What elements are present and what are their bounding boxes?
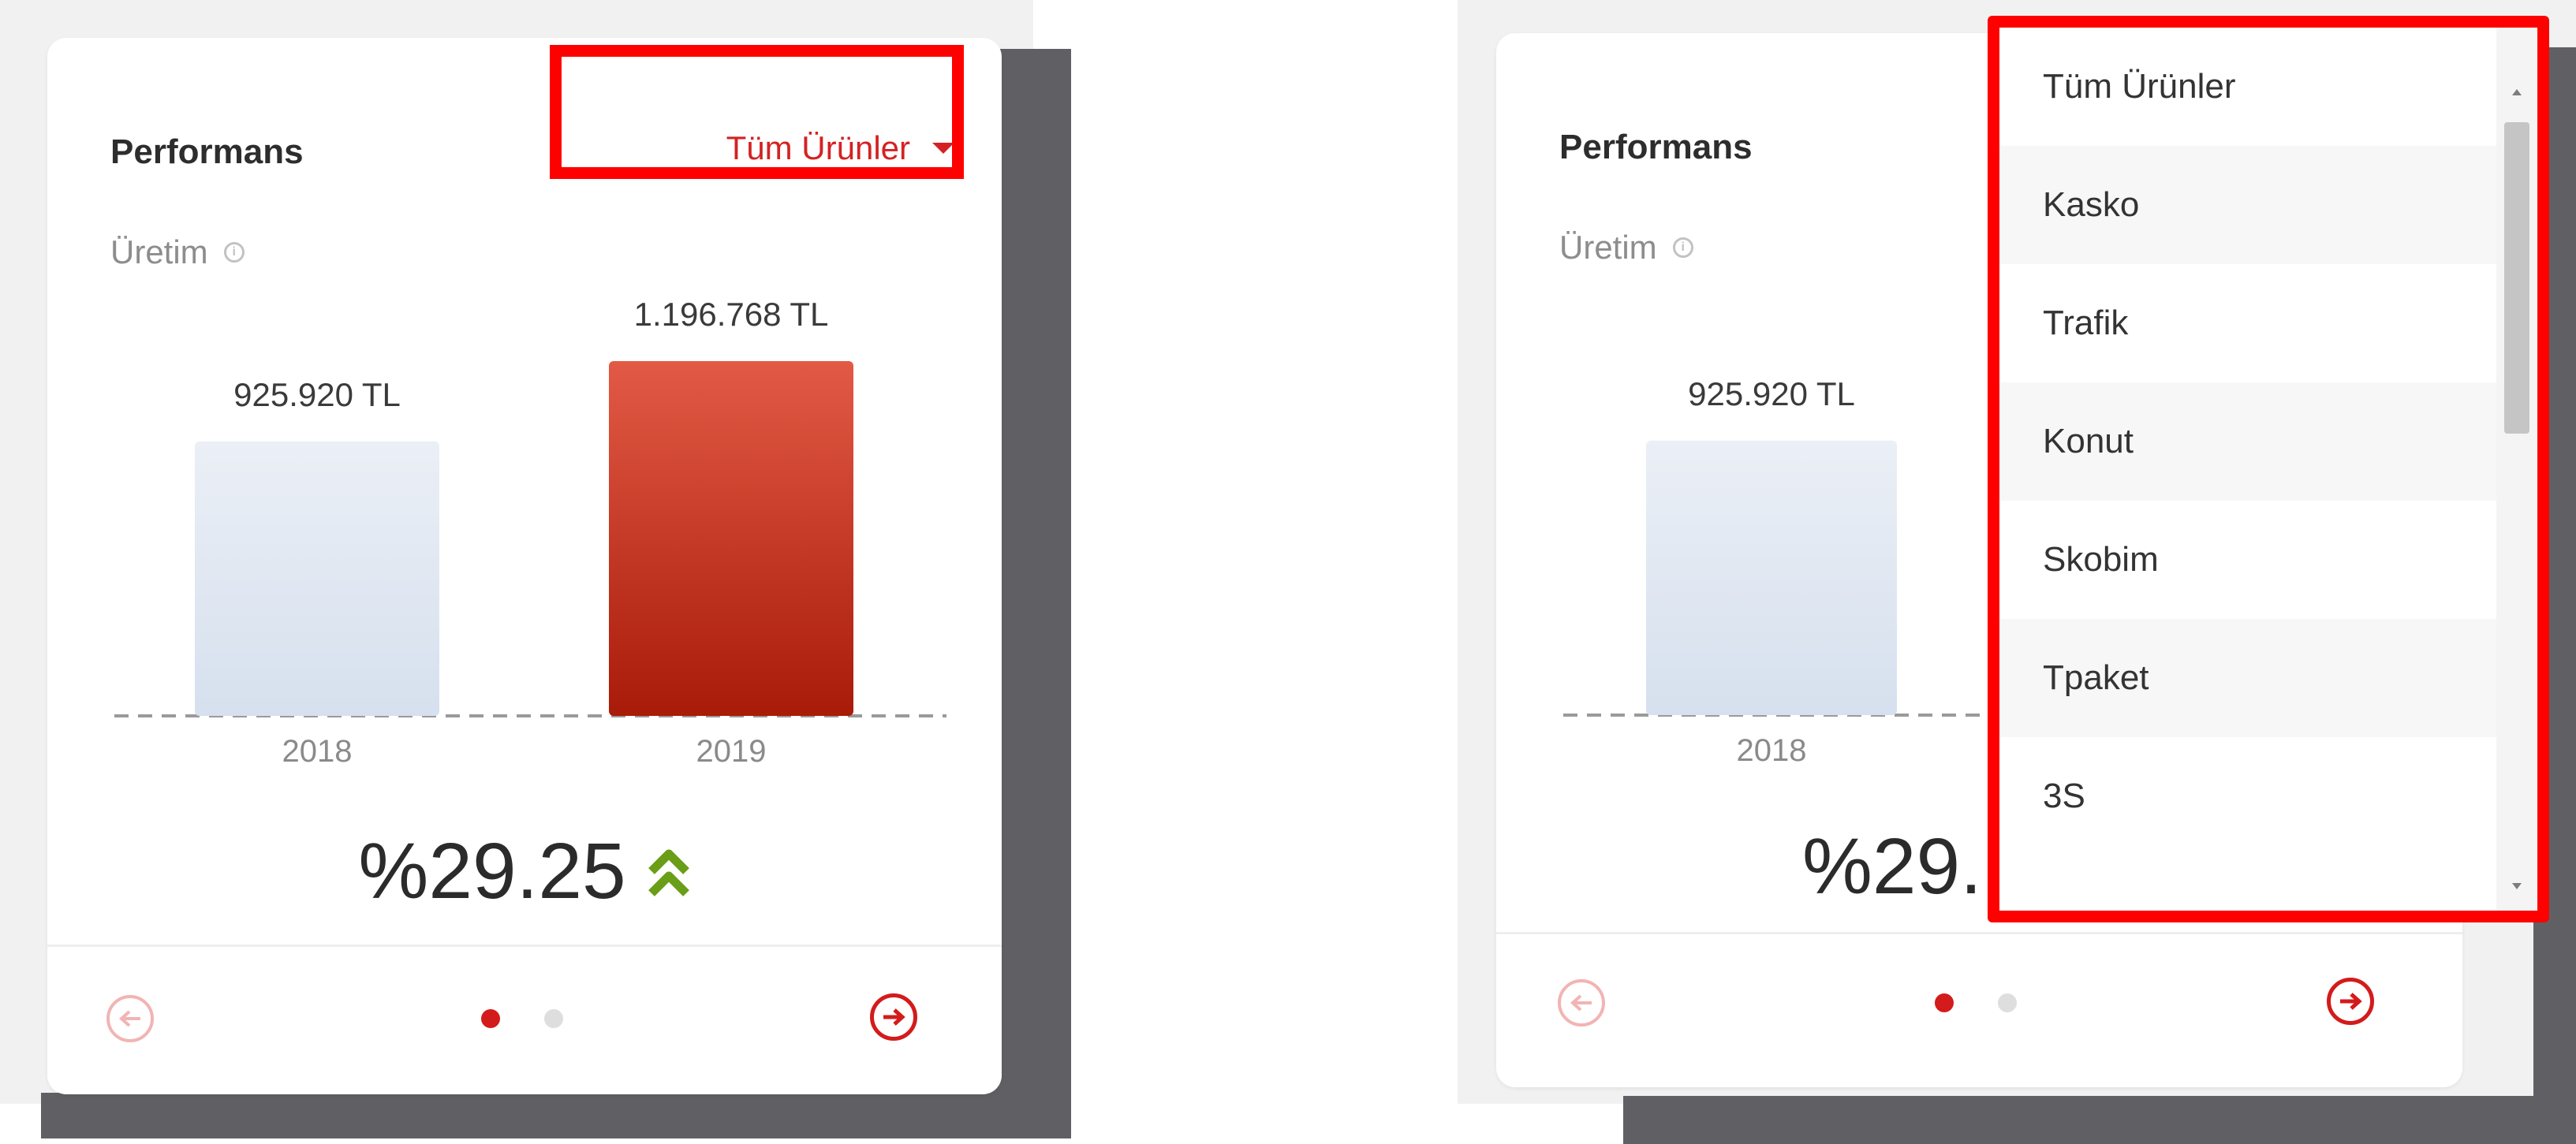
scroll-down-icon[interactable] [2512,883,2522,889]
pagination-dot[interactable] [544,1009,563,1028]
dropdown-option[interactable]: Tpaket [1999,619,2496,737]
double-chevron-up-icon [647,826,691,917]
scroll-up-icon[interactable] [2512,89,2522,95]
scrollbar-thumb[interactable] [2504,122,2529,434]
card-footer-divider [47,945,1002,947]
performance-card-left: Performans Tüm Ürünler Üretim i 925.920 … [47,38,1002,1094]
bar-value-label: 925.920 TL [1688,375,1855,412]
dropdown-option[interactable]: Trafik [1999,264,2496,382]
dropdown-option[interactable]: Skobim [1999,501,2496,619]
bar-value-label: 1.196.768 TL [634,296,829,333]
arrow-left-circle-icon[interactable] [1558,979,1605,1027]
pagination-dot-active[interactable] [481,1009,500,1028]
bar-2019[interactable] [609,361,853,716]
card-footer-divider [1496,932,2462,934]
left-panel-shadow-bottom [41,1093,1071,1138]
arrow-right-circle-icon[interactable] [2327,978,2374,1025]
product-filter-menu[interactable]: Tüm Ürünler Kasko Trafik Konut Skobim Tpaket 3… [1988,16,2549,922]
bar-value-label: 925.920 TL [233,376,401,413]
category-label: 2019 [696,734,767,769]
dropdown-option[interactable]: 3S [1999,737,2496,855]
dropdown-option[interactable]: Tüm Ürünler [1999,28,2496,146]
bar-2018[interactable] [195,441,439,716]
percent-change-value: %29. [1802,822,1982,911]
pagination-dot[interactable] [1998,993,2017,1012]
category-label: 2018 [1737,733,1807,768]
right-panel-shadow-bottom [1623,1096,2576,1144]
percent-change-row: %29.25 [47,826,1002,917]
dropdown-option[interactable]: Konut [1999,382,2496,501]
category-label: 2018 [282,734,353,769]
dropdown-option[interactable]: Kasko [1999,146,2496,264]
bar-2018[interactable] [1646,440,1897,715]
arrow-left-circle-icon[interactable] [106,995,154,1042]
arrow-right-circle-icon[interactable] [870,993,917,1041]
pagination-dot-active[interactable] [1935,993,1954,1012]
filter-highlight-box [550,45,964,179]
percent-change-value: %29.25 [358,827,626,915]
